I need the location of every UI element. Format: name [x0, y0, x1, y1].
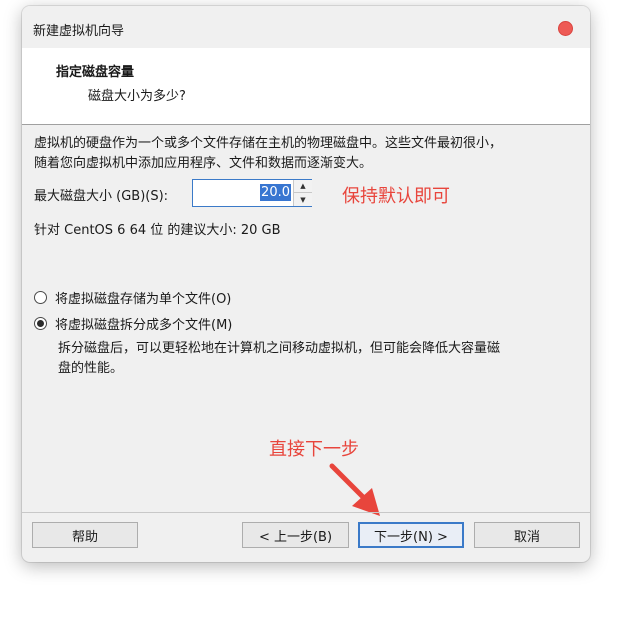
- max-disk-size-label: 最大磁盘大小 (GB)(S):: [34, 189, 169, 204]
- disk-size-stepper[interactable]: 20.0 ▲ ▼: [192, 179, 312, 207]
- annotation-keep-default: 保持默认即可: [342, 186, 450, 207]
- stepper-buttons: ▲ ▼: [293, 180, 312, 206]
- footer-divider: [22, 512, 590, 513]
- help-button[interactable]: 帮助: [32, 522, 138, 548]
- disk-description: 虚拟机的硬盘作为一个或多个文件存储在主机的物理磁盘中。这些文件最初很小， 随着您…: [34, 134, 582, 174]
- recommended-size-text: 针对 CentOS 6 64 位 的建议大小: 20 GB: [34, 223, 281, 238]
- arrow-icon: [329, 463, 380, 516]
- split-description: 拆分磁盘后，可以更轻松地在计算机之间移动虚拟机，但可能会降低大容量磁 盘的性能。: [58, 339, 500, 379]
- back-button[interactable]: < 上一步(B): [242, 522, 349, 548]
- next-button[interactable]: 下一步(N) >: [358, 522, 464, 548]
- description-line: 随着您向虚拟机中添加应用程序、文件和数据而逐渐变大。: [34, 156, 373, 171]
- page-subtitle: 磁盘大小为多少?: [88, 89, 186, 104]
- radio-button-checked[interactable]: [34, 317, 47, 330]
- radio-split-files-label: 将虚拟磁盘拆分成多个文件(M): [55, 318, 233, 333]
- title-bar: 新建虚拟机向导: [22, 6, 590, 48]
- split-description-line: 盘的性能。: [58, 361, 124, 376]
- chevron-down-icon[interactable]: ▼: [294, 193, 312, 206]
- close-icon[interactable]: [558, 21, 573, 36]
- radio-single-file[interactable]: 将虚拟磁盘存储为单个文件(O): [34, 288, 231, 307]
- wizard-window: 新建虚拟机向导 指定磁盘容量 磁盘大小为多少? 虚拟机的硬盘作为一个或多个文件存…: [22, 6, 590, 562]
- radio-button[interactable]: [34, 291, 47, 304]
- split-description-line: 拆分磁盘后，可以更轻松地在计算机之间移动虚拟机，但可能会降低大容量磁: [58, 341, 501, 356]
- disk-size-selected-text: 20.0: [260, 184, 291, 201]
- wizard-header: 指定磁盘容量 磁盘大小为多少?: [22, 48, 590, 125]
- chevron-up-icon[interactable]: ▲: [294, 180, 312, 193]
- cancel-button[interactable]: 取消: [474, 522, 580, 548]
- window-title: 新建虚拟机向导: [33, 24, 125, 39]
- radio-split-files[interactable]: 将虚拟磁盘拆分成多个文件(M): [34, 314, 232, 333]
- description-line: 虚拟机的硬盘作为一个或多个文件存储在主机的物理磁盘中。这些文件最初很小，: [34, 136, 503, 151]
- radio-single-file-label: 将虚拟磁盘存储为单个文件(O): [55, 292, 232, 307]
- page-title: 指定磁盘容量: [56, 65, 135, 80]
